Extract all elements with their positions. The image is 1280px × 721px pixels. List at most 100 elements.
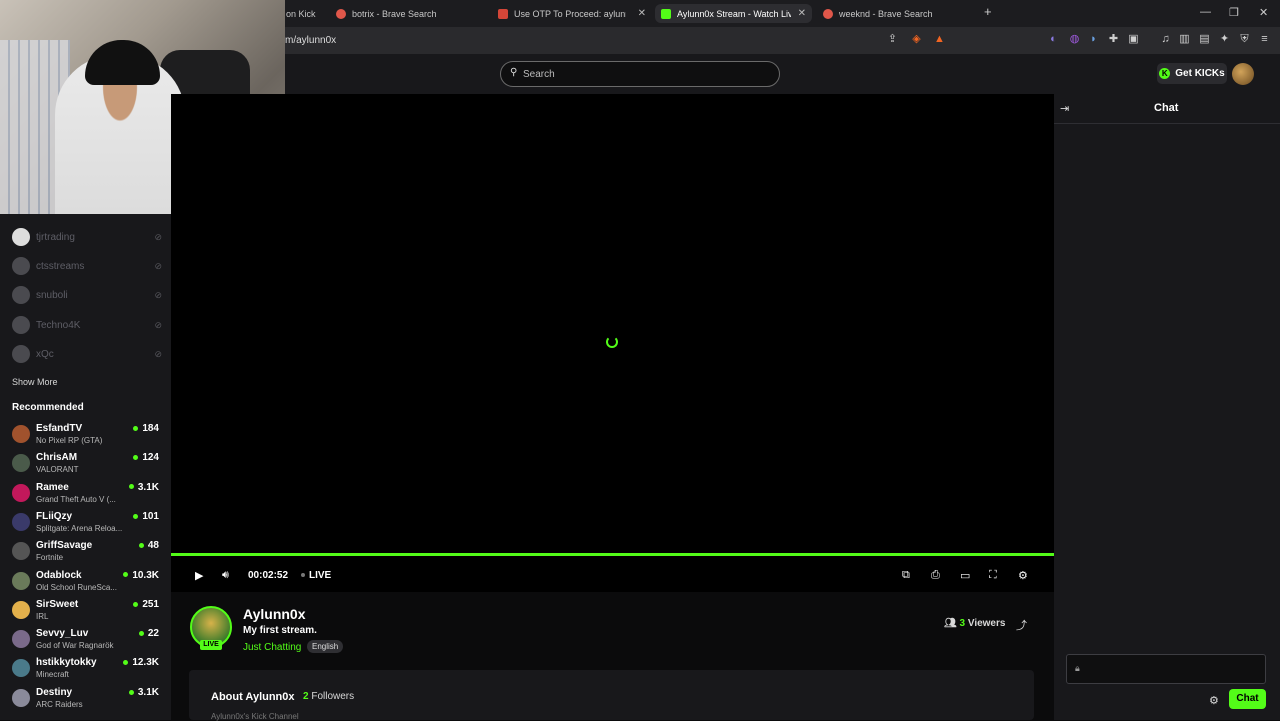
- viewer-count: 101: [133, 511, 159, 522]
- viewer-count: 184: [133, 423, 159, 434]
- offline-icon: ⊘: [154, 260, 162, 271]
- close-window-icon[interactable]: ✕: [1259, 6, 1268, 19]
- recommended-item[interactable]: GriffSavage Fortnite 48: [12, 539, 162, 565]
- category-link[interactable]: Just Chatting: [243, 642, 301, 653]
- avatar: [12, 228, 30, 246]
- fullscreen-icon[interactable]: ⛶: [989, 569, 997, 582]
- recommended-item[interactable]: FLiiQzy Splitgate: Arena Reloa... 101: [12, 510, 162, 536]
- chat-send-button[interactable]: Chat: [1229, 689, 1266, 709]
- recommended-item[interactable]: Odablock Old School RuneSca... 10.3K: [12, 569, 162, 595]
- chat-panel: ⇥ Chat 🔒︎ ⚙ Chat: [1054, 94, 1280, 720]
- offline-icon: ⊘: [154, 348, 162, 359]
- avatar: [12, 257, 30, 275]
- recommended-item[interactable]: EsfandTV No Pixel RP (GTA) 184: [12, 422, 162, 448]
- viewer-number: 10.3K: [132, 569, 159, 581]
- close-tab-icon[interactable]: ✕: [798, 8, 806, 19]
- close-tab-icon[interactable]: ✕: [638, 8, 646, 19]
- extension-icon[interactable]: ◗: [1087, 33, 1100, 46]
- clip-icon[interactable]: ⎙: [931, 569, 940, 582]
- channel-category: ARC Raiders: [36, 699, 83, 709]
- play-icon[interactable]: ▶: [195, 569, 203, 582]
- following-item[interactable]: snuboli ⊘: [12, 285, 162, 305]
- chat-title: Chat: [1154, 102, 1179, 114]
- collapse-chat-icon[interactable]: ⇥: [1060, 102, 1069, 115]
- chat-header: ⇥ Chat: [1054, 94, 1280, 124]
- sidebar: tjrtrading ⊘ ctsstreams ⊘ snuboli ⊘ Tech…: [0, 214, 171, 720]
- music-icon[interactable]: ♫: [1159, 33, 1172, 46]
- live-dot-icon: [133, 601, 139, 607]
- recommended-item[interactable]: Ramee Grand Theft Auto V (... 3.1K: [12, 481, 162, 507]
- minimize-icon[interactable]: —: [1200, 6, 1211, 18]
- viewer-number: 124: [142, 452, 159, 464]
- volume-icon[interactable]: 🔊︎: [222, 569, 229, 582]
- following-item[interactable]: xQc ⊘: [12, 344, 162, 364]
- viewer-number: 3.1K: [137, 481, 159, 493]
- chat-message-input[interactable]: 🔒︎: [1066, 654, 1266, 684]
- brave-shields-icon[interactable]: ◈: [910, 33, 923, 46]
- chat-settings-icon[interactable]: ⚙: [1209, 694, 1219, 707]
- recommended-item[interactable]: SirSweet IRL 251: [12, 598, 162, 624]
- video-player[interactable]: [171, 94, 1054, 554]
- viewer-count: 124: [133, 452, 159, 463]
- live-indicator[interactable]: LIVE: [301, 570, 331, 581]
- channel-name: hstikkytokky: [36, 657, 97, 669]
- offline-icon: ⊘: [154, 319, 162, 330]
- tab-weeknd[interactable]: weeknd - Brave Search: [823, 4, 973, 23]
- recommended-item[interactable]: ChrisAM VALORANT 124: [12, 451, 162, 477]
- channel-category: Fortnite: [36, 553, 64, 563]
- share-page-icon[interactable]: ⇪: [886, 33, 899, 46]
- recommended-heading: Recommended: [12, 402, 84, 413]
- wallet-icon[interactable]: ▤: [1198, 33, 1211, 46]
- tab-title: weeknd - Brave Search: [839, 8, 933, 19]
- channel-name: Techno4K: [36, 319, 81, 331]
- avatar: [12, 659, 30, 678]
- tab-botrix[interactable]: botrix - Brave Search: [336, 4, 486, 23]
- user-avatar[interactable]: [1232, 63, 1254, 85]
- tab-otp[interactable]: Use OTP To Proceed: aylunn0x ✕: [498, 4, 646, 23]
- show-more-link[interactable]: Show More: [12, 377, 58, 387]
- following-item[interactable]: ctsstreams ⊘: [12, 256, 162, 276]
- menu-icon[interactable]: ≡: [1258, 33, 1271, 46]
- about-title: About Aylunn0x: [211, 691, 295, 703]
- about-section: About Aylunn0x 2 Followers Aylunn0x's Ki…: [189, 670, 1034, 721]
- search-input[interactable]: ⚲ Search: [500, 61, 780, 87]
- viewer-count: 251: [133, 599, 159, 610]
- brave-icon: [823, 8, 833, 19]
- recommended-item[interactable]: Destiny ARC Raiders 3.1K: [12, 686, 162, 712]
- avatar: [12, 316, 30, 334]
- live-dot-icon: [133, 513, 139, 519]
- recommended-item[interactable]: Sevvy_Luv God of War Ragnarök 22: [12, 627, 162, 653]
- search-icon: ⚲: [510, 67, 518, 78]
- viewers-label: Viewers: [967, 618, 1006, 629]
- new-tab-button[interactable]: +: [984, 4, 992, 19]
- loading-spinner-icon: [606, 336, 618, 348]
- mini-player-icon[interactable]: ⧉: [902, 569, 910, 582]
- channel-name-heading[interactable]: Aylunn0x: [243, 606, 306, 622]
- recommended-item[interactable]: hstikkytokky Minecraft 12.3K: [12, 656, 162, 682]
- extensions-puzzle-icon[interactable]: ✚: [1107, 33, 1120, 46]
- brave-rewards-icon[interactable]: ▲: [933, 33, 946, 46]
- theater-mode-icon[interactable]: ▭: [960, 569, 970, 582]
- get-kicks-label: Get KICKs: [1175, 68, 1225, 79]
- following-item[interactable]: Techno4K ⊘: [12, 315, 162, 335]
- extension-icon[interactable]: ◐: [1047, 33, 1060, 46]
- leo-ai-icon[interactable]: ✦: [1218, 33, 1231, 46]
- live-dot-icon: [128, 689, 134, 695]
- share-icon[interactable]: ⤴: [1016, 617, 1027, 633]
- tab-aylunn0x-stream[interactable]: Aylunn0x Stream - Watch Live on ✕: [655, 4, 812, 23]
- vpn-icon[interactable]: ⛨: [1238, 33, 1251, 46]
- url-field[interactable]: m/aylunn0x: [285, 35, 336, 46]
- following-item[interactable]: tjrtrading ⊘: [12, 227, 162, 247]
- live-dot-icon: [133, 425, 139, 431]
- tab-kick[interactable]: on Kick: [286, 4, 326, 23]
- screenshot-icon[interactable]: ▣: [1127, 33, 1140, 46]
- get-kicks-button[interactable]: K Get KICKs: [1157, 63, 1227, 84]
- avatar: [12, 286, 30, 304]
- extension-icon[interactable]: ◍: [1068, 33, 1081, 46]
- sidebar-toggle-icon[interactable]: ▥: [1178, 33, 1191, 46]
- maximize-icon[interactable]: ❐: [1229, 6, 1239, 19]
- channel-name: Odablock: [36, 569, 82, 581]
- avatar: [12, 425, 30, 443]
- settings-icon[interactable]: ⚙: [1018, 569, 1028, 582]
- language-tag[interactable]: English: [307, 640, 344, 653]
